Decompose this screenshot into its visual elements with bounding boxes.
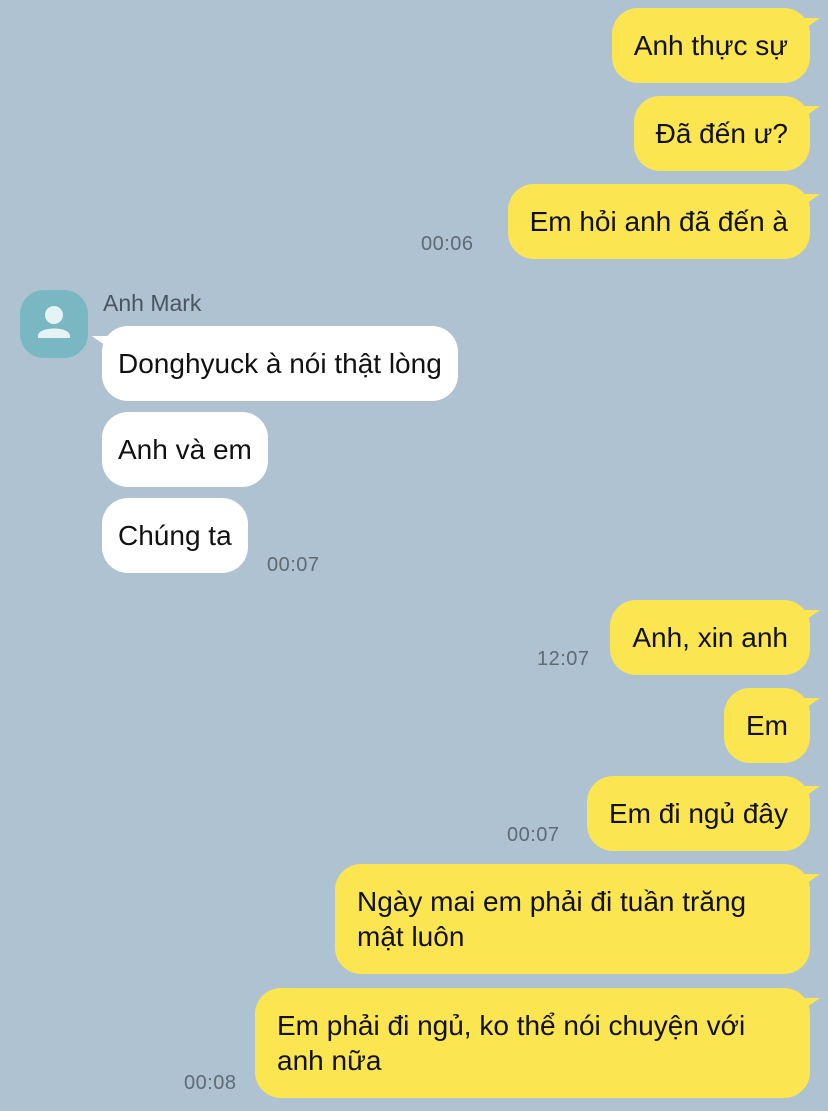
message-timestamp: 00:08 — [184, 1072, 237, 1094]
outgoing-message[interactable]: Đã đến ư? — [633, 96, 810, 171]
outgoing-message[interactable]: Ngày mai em phải đi tuần trăng mật luôn — [335, 864, 810, 974]
incoming-message[interactable]: Chúng ta — [102, 498, 248, 573]
outgoing-message[interactable]: Em phải đi ngủ, ko thể nói chuyện với an… — [255, 988, 810, 1098]
message-timestamp: 00:07 — [267, 554, 320, 576]
outgoing-message[interactable]: Anh thực sự — [611, 8, 810, 83]
incoming-message[interactable]: Donghyuck à nói thật lòng — [102, 326, 458, 401]
message-timestamp: 12:07 — [537, 648, 590, 670]
message-timestamp: 00:06 — [421, 233, 474, 255]
chat-window[interactable]: Anh thực sự Đã đến ư? Em hỏi anh đã đến … — [0, 0, 828, 1111]
message-timestamp: 00:07 — [507, 824, 560, 846]
person-silhouette-icon — [38, 306, 70, 338]
outgoing-message[interactable]: Anh, xin anh — [610, 600, 810, 675]
incoming-message[interactable]: Anh và em — [102, 412, 268, 487]
outgoing-message[interactable]: Em — [724, 688, 810, 763]
contact-avatar[interactable] — [20, 290, 88, 358]
sender-name: Anh Mark — [103, 290, 202, 316]
outgoing-message[interactable]: Em hỏi anh đã đến à — [507, 184, 810, 259]
outgoing-message[interactable]: Em đi ngủ đây — [587, 776, 810, 851]
